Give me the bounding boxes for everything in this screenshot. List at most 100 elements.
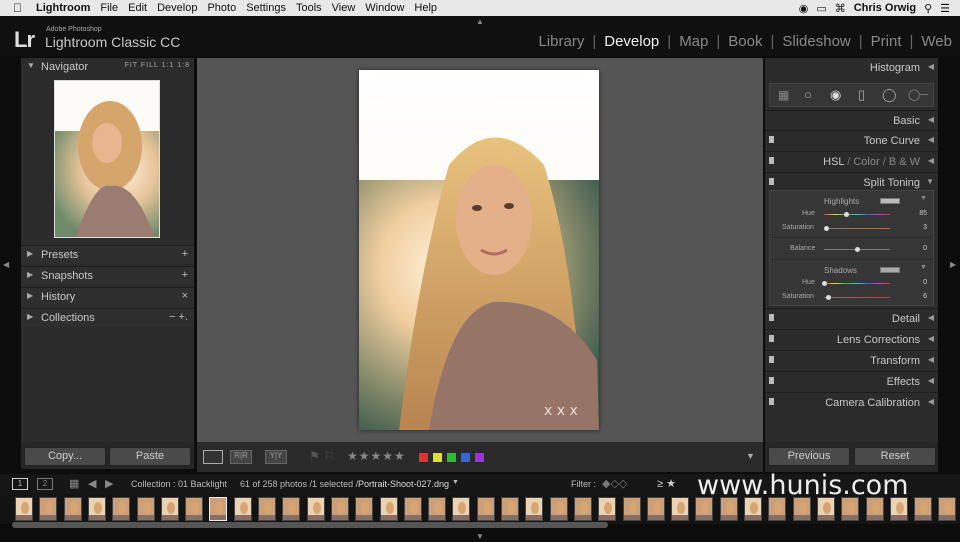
module-slideshow[interactable]: Slideshow (782, 33, 850, 50)
filmstrip-thumbnail[interactable] (112, 497, 131, 521)
left-collapse-arrow-icon[interactable]: ◀ (3, 260, 9, 269)
star-rating[interactable]: ★★★★★ (347, 449, 406, 463)
module-library[interactable]: Library (538, 33, 584, 50)
presets-header[interactable]: ▶ Presets + (21, 245, 194, 264)
menu-tools[interactable]: Tools (296, 2, 322, 14)
second-window-button[interactable]: 2 (37, 478, 53, 490)
menu-help[interactable]: Help (414, 2, 437, 14)
clear-history-icon[interactable]: × (182, 290, 188, 302)
radial-filter-icon[interactable]: ◯ (882, 87, 897, 103)
filmstrip-thumbnail[interactable] (355, 497, 374, 521)
filmstrip-scrollbar[interactable] (12, 522, 608, 528)
hl-hue-slider-knob[interactable] (843, 212, 849, 217)
sh-sat-track[interactable] (824, 297, 890, 298)
back-arrow-icon[interactable]: ◀ (88, 477, 96, 490)
filmstrip-thumbnail[interactable] (39, 497, 58, 521)
navigator-preview[interactable] (54, 80, 160, 238)
hsl-tab[interactable]: HSL (823, 156, 844, 168)
filmstrip-thumbnail[interactable] (306, 497, 325, 521)
filmstrip-thumbnail[interactable] (379, 497, 398, 521)
shadows-color-swatch[interactable] (880, 267, 900, 273)
adjustment-brush-icon[interactable]: ◯─ (908, 88, 928, 101)
snapshots-header[interactable]: ▶ Snapshots + (21, 266, 194, 285)
module-develop[interactable]: Develop (604, 33, 659, 50)
menu-window[interactable]: Window (365, 2, 404, 14)
navigator-header[interactable]: ▼ Navigator FIT FILL 1:1 1:8 (21, 58, 194, 77)
filmstrip-thumbnail[interactable] (573, 497, 592, 521)
before-after-icon[interactable]: R|R (230, 450, 252, 464)
hl-hue-track[interactable] (824, 214, 890, 215)
collection-actions-icon[interactable]: − +. (169, 311, 188, 323)
panel-toggle-icon[interactable] (769, 136, 774, 143)
module-web[interactable]: Web (921, 33, 952, 50)
sh-sat-value[interactable]: 6 (907, 293, 927, 300)
filmstrip-thumbnail[interactable] (452, 497, 471, 521)
hl-sat-slider-knob[interactable] (823, 226, 829, 231)
panel-toggle-icon[interactable] (769, 157, 774, 164)
filmstrip-thumbnail[interactable] (233, 497, 252, 521)
highlights-color-swatch[interactable] (880, 198, 900, 204)
module-map[interactable]: Map (679, 33, 708, 50)
panel-toggle-icon[interactable] (769, 178, 774, 185)
filmstrip-thumbnail[interactable] (403, 497, 422, 521)
sh-hue-value[interactable]: 0 (907, 279, 927, 286)
creative-cloud-icon[interactable]: ◉ (799, 2, 809, 15)
collections-header[interactable]: ▶ Collections − +. (21, 308, 194, 327)
add-snapshot-icon[interactable]: + (182, 269, 188, 281)
panel-toggle-icon[interactable] (769, 335, 774, 342)
filmstrip-thumbnail[interactable] (15, 497, 33, 521)
reject-flag-icon[interactable]: ⚐ (324, 449, 335, 463)
menu-app-name[interactable]: Lightroom (36, 2, 90, 14)
filmstrip-thumbnail[interactable] (63, 497, 82, 521)
copy-button[interactable]: Copy... (24, 447, 106, 466)
filmstrip-thumbnail[interactable] (525, 497, 544, 521)
transform-header[interactable]: Transform ◀ (765, 350, 938, 370)
panel-toggle-icon[interactable] (769, 377, 774, 384)
filmstrip-thumbnail[interactable] (185, 497, 204, 521)
main-photo[interactable]: x x x (359, 70, 599, 430)
rating-filter-icon[interactable]: ≥ ★ (657, 477, 676, 490)
tone-curve-header[interactable]: Tone Curve ◀ (765, 130, 938, 150)
label-green-icon[interactable] (447, 453, 456, 462)
menu-view[interactable]: View (332, 2, 356, 14)
loupe-view-icon[interactable] (203, 450, 223, 464)
filmstrip-thumbnail[interactable] (501, 497, 519, 521)
filmstrip-thumbnail[interactable] (258, 497, 276, 521)
filmstrip-thumbnail[interactable] (598, 497, 617, 521)
filmstrip-thumbnail[interactable] (646, 497, 665, 521)
bw-tab[interactable]: B & W (889, 156, 920, 168)
filmstrip-thumbnail[interactable] (160, 497, 179, 521)
paste-button[interactable]: Paste (109, 447, 191, 466)
menu-list-icon[interactable]: ☰ (940, 2, 950, 15)
main-window-button[interactable]: 1 (12, 478, 28, 490)
forward-arrow-icon[interactable]: ▶ (105, 477, 113, 490)
flag-filter-icon[interactable]: ◆◇◇ (602, 477, 627, 490)
hl-sat-value[interactable]: 3 (907, 224, 927, 231)
graduated-filter-icon[interactable]: ▯ (858, 87, 865, 103)
menu-photo[interactable]: Photo (207, 2, 236, 14)
filmstrip-thumbnail[interactable] (87, 497, 106, 521)
apple-icon[interactable]:  (13, 1, 22, 15)
flag-icon[interactable]: ⚑ (309, 449, 320, 463)
menu-file[interactable]: File (100, 2, 118, 14)
filename-dropdown-icon[interactable]: ▼ (452, 479, 459, 486)
hl-hue-value[interactable]: 85 (907, 210, 927, 217)
grid-view-icon[interactable]: ▦ (69, 477, 79, 490)
crop-overlay-icon[interactable]: ▦ (778, 88, 789, 102)
filmstrip-thumbnail[interactable] (671, 497, 690, 521)
label-yellow-icon[interactable] (433, 453, 442, 462)
user-name[interactable]: Chris Orwig (854, 2, 916, 14)
menu-develop[interactable]: Develop (157, 2, 197, 14)
search-icon[interactable]: ⚲ (924, 2, 932, 15)
spot-removal-icon[interactable]: ○ (804, 87, 812, 102)
balance-slider-knob[interactable] (855, 247, 860, 252)
filmstrip-thumbnail[interactable] (428, 497, 447, 521)
filmstrip-thumbnail[interactable] (549, 497, 568, 521)
toolbar-menu-arrow-icon[interactable]: ▼ (746, 451, 755, 461)
wifi-icon[interactable]: ⌘ (835, 2, 846, 15)
current-filename[interactable]: Portrait-Shoot-027.dng (358, 479, 449, 489)
filmstrip-thumbnail[interactable] (938, 497, 957, 521)
history-header[interactable]: ▶ History × (21, 287, 194, 306)
label-purple-icon[interactable] (475, 453, 484, 462)
basic-header[interactable]: Basic ◀ (765, 110, 938, 130)
